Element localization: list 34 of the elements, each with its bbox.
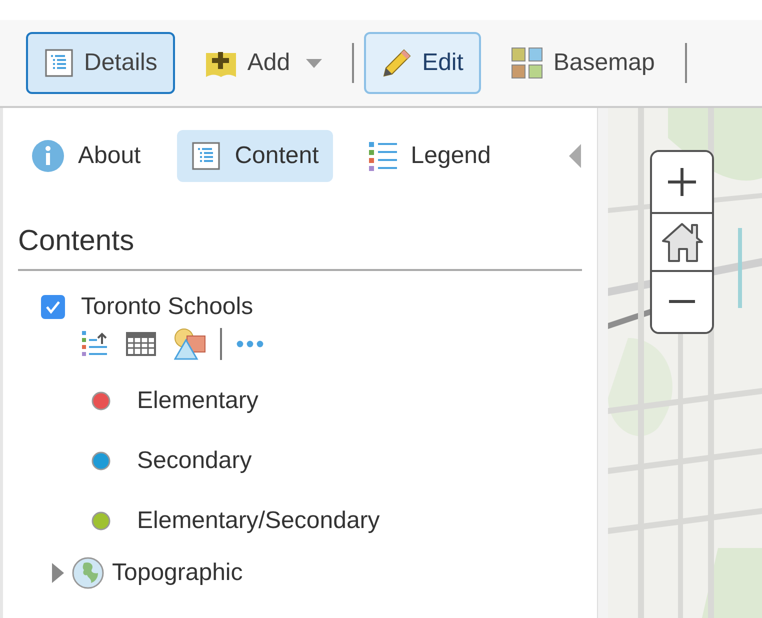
- layer-name: Toronto Schools: [81, 292, 254, 321]
- pencil-icon: [382, 48, 412, 78]
- minus-icon: [669, 300, 695, 304]
- toolbar-button[interactable]: Add: [187, 32, 340, 94]
- document-list-icon: [190, 141, 221, 171]
- info-icon: [32, 140, 64, 172]
- globe-icon: [72, 556, 104, 589]
- legend-icon[interactable]: [82, 330, 108, 357]
- section-heading: Contents: [18, 224, 136, 259]
- panel-tab[interactable]: Legend: [354, 130, 505, 182]
- more-icon[interactable]: [236, 340, 264, 348]
- check-icon: [45, 300, 61, 314]
- add-icon: [205, 49, 238, 77]
- legend-label: Elementary/Secondary: [137, 506, 380, 535]
- layer-checkbox[interactable]: [41, 294, 65, 319]
- panel-tab[interactable]: About: [18, 130, 155, 182]
- table-icon[interactable]: [126, 332, 156, 356]
- home-icon: [659, 221, 705, 263]
- legend-label: Elementary: [137, 386, 258, 415]
- legend-icon: [368, 141, 397, 171]
- tile-grid-icon: [511, 47, 544, 79]
- home-button[interactable]: [652, 212, 712, 272]
- shapes-icon[interactable]: [174, 328, 206, 360]
- expand-icon[interactable]: [52, 562, 64, 583]
- panel-tab[interactable]: Content: [176, 130, 333, 182]
- caret-icon: [306, 58, 322, 68]
- toolbar-button[interactable]: Details: [26, 32, 176, 94]
- plus-icon: [667, 167, 697, 197]
- document-list-icon: [44, 48, 74, 78]
- collapse-icon[interactable]: [568, 144, 581, 168]
- layer-name: Topographic: [112, 558, 243, 587]
- legend-label: Secondary: [137, 446, 252, 475]
- toolbar-button[interactable]: Basemap: [493, 32, 673, 94]
- toolbar-button[interactable]: Edit: [364, 32, 482, 94]
